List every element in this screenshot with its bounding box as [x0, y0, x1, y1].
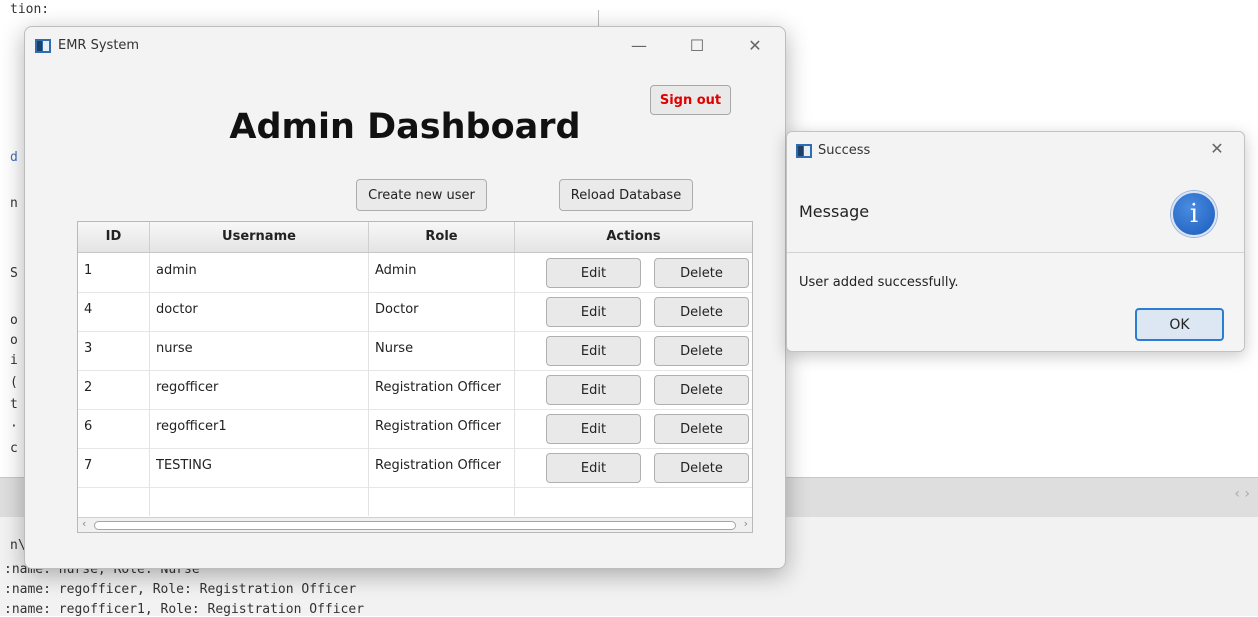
delete-button[interactable]: Delete — [654, 336, 749, 366]
app-icon — [35, 39, 51, 53]
dialog-header-text: Message — [799, 202, 870, 221]
cell-role: Registration Officer — [369, 409, 515, 448]
dialog-header: Message i — [787, 170, 1244, 253]
code-line: c — [10, 441, 18, 456]
edit-button[interactable]: Edit — [546, 453, 641, 483]
empty-cell — [78, 486, 150, 516]
cell-role: Doctor — [369, 292, 515, 331]
empty-table-row — [78, 486, 752, 516]
column-header-actions[interactable]: Actions — [515, 222, 752, 252]
code-line: i — [10, 353, 18, 368]
cell-id: 1 — [78, 253, 150, 292]
code-line: · — [10, 419, 18, 434]
close-icon[interactable]: ✕ — [1197, 136, 1237, 162]
close-icon[interactable]: ✕ — [735, 33, 775, 59]
edit-button[interactable]: Edit — [546, 414, 641, 444]
cell-username: nurse — [150, 331, 369, 370]
scrollbar-thumb[interactable] — [94, 521, 736, 530]
success-dialog: Success ✕ Message i User added successfu… — [786, 131, 1245, 352]
app-icon — [796, 144, 812, 158]
empty-cell — [369, 486, 515, 516]
edit-button[interactable]: Edit — [546, 375, 641, 405]
panel-nav-arrows[interactable]: ‹ › — [1234, 486, 1250, 502]
edit-button[interactable]: Edit — [546, 336, 641, 366]
cell-username: regofficer1 — [150, 409, 369, 448]
cell-username: admin — [150, 253, 369, 292]
column-header-role[interactable]: Role — [369, 222, 515, 252]
table-row[interactable]: 3 nurse Nurse Edit Delete — [78, 331, 752, 371]
cell-role: Admin — [369, 253, 515, 292]
table-header: ID Username Role Actions — [78, 222, 752, 253]
delete-button[interactable]: Delete — [654, 258, 749, 288]
delete-button[interactable]: Delete — [654, 414, 749, 444]
cell-role: Nurse — [369, 331, 515, 370]
cell-id: 6 — [78, 409, 150, 448]
console-line: :name: regofficer, Role: Registration Of… — [4, 582, 357, 597]
delete-button[interactable]: Delete — [654, 453, 749, 483]
delete-button[interactable]: Delete — [654, 375, 749, 405]
cell-id: 7 — [78, 448, 150, 487]
scroll-right-icon[interactable]: › — [744, 517, 748, 530]
table-row[interactable]: 4 doctor Doctor Edit Delete — [78, 292, 752, 332]
scroll-left-icon[interactable]: ‹ — [82, 517, 86, 530]
create-new-user-button[interactable]: Create new user — [356, 179, 487, 211]
code-line: S — [10, 266, 18, 281]
code-line: n — [10, 196, 18, 211]
cell-id: 4 — [78, 292, 150, 331]
column-header-id[interactable]: ID — [78, 222, 150, 252]
cell-id: 3 — [78, 331, 150, 370]
cell-username: doctor — [150, 292, 369, 331]
maximize-icon[interactable]: ☐ — [677, 33, 717, 59]
cell-username: TESTING — [150, 448, 369, 487]
dialog-title: Success — [818, 143, 871, 158]
cell-id: 2 — [78, 370, 150, 409]
table-row[interactable]: 6 regofficer1 Registration Officer Edit Dele… — [78, 409, 752, 449]
info-icon: i — [1171, 191, 1217, 237]
users-table: ID Username Role Actions 1 admin Admin Edit… — [77, 221, 753, 533]
code-line: o — [10, 313, 18, 328]
cell-actions: Edit Delete — [515, 370, 752, 409]
code-line: ( — [10, 375, 18, 390]
column-header-username[interactable]: Username — [150, 222, 369, 252]
edit-button[interactable]: Edit — [546, 258, 641, 288]
reload-database-button[interactable]: Reload Database — [559, 179, 693, 211]
delete-button[interactable]: Delete — [654, 297, 749, 327]
ok-button[interactable]: OK — [1135, 308, 1224, 341]
cell-role: Registration Officer — [369, 370, 515, 409]
cell-role: Registration Officer — [369, 448, 515, 487]
table-row[interactable]: 7 TESTING Registration Officer Edit Delete — [78, 448, 752, 488]
console-line: :name: regofficer1, Role: Registration O… — [4, 602, 365, 617]
code-line: t — [10, 397, 18, 412]
emr-main-window: EMR System — ☐ ✕ Sign out Admin Dashboar… — [24, 26, 786, 569]
code-line: d — [10, 150, 18, 165]
code-line: tion: — [10, 2, 50, 17]
table-row[interactable]: 1 admin Admin Edit Delete — [78, 253, 752, 293]
horizontal-scrollbar[interactable]: ‹ › — [78, 517, 752, 532]
cell-actions: Edit Delete — [515, 448, 752, 487]
window-titlebar[interactable]: EMR System — ☐ ✕ — [25, 27, 785, 65]
empty-cell — [150, 486, 369, 516]
window-title: EMR System — [58, 38, 140, 53]
cell-actions: Edit Delete — [515, 292, 752, 331]
minimize-icon[interactable]: — — [619, 33, 659, 59]
cell-actions: Edit Delete — [515, 409, 752, 448]
table-row[interactable]: 2 regofficer Registration Officer Edit Delet… — [78, 370, 752, 410]
cell-username: regofficer — [150, 370, 369, 409]
cell-actions: Edit Delete — [515, 331, 752, 370]
page-title: Admin Dashboard — [229, 107, 581, 147]
code-line: o — [10, 333, 18, 348]
dialog-message: User added successfully. — [799, 275, 959, 290]
dialog-body: User added successfully. OK — [787, 253, 1244, 351]
edit-button[interactable]: Edit — [546, 297, 641, 327]
cell-actions: Edit Delete — [515, 253, 752, 292]
dialog-titlebar[interactable]: Success ✕ — [787, 132, 1244, 170]
